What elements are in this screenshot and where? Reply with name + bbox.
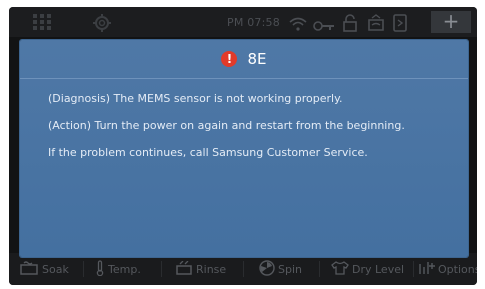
clock-time: PM 07:58 bbox=[227, 16, 280, 29]
device-frame: PM 07:58 + Soak Temp. Rinse Spin Dry Lev… bbox=[0, 0, 485, 289]
soak-icon bbox=[19, 260, 39, 278]
grid-icon[interactable] bbox=[33, 14, 51, 34]
tub-icon bbox=[367, 14, 385, 36]
dry-level-button[interactable]: Dry Level bbox=[331, 253, 404, 285]
options-label: Options bbox=[438, 262, 477, 276]
status-bar: PM 07:58 + bbox=[9, 7, 477, 37]
add-button[interactable]: + bbox=[431, 11, 471, 33]
temp-button[interactable]: Temp. bbox=[95, 253, 141, 285]
shirt-icon bbox=[331, 260, 349, 278]
dialog-header: ! 8E bbox=[20, 40, 468, 79]
soak-button[interactable]: Soak bbox=[19, 253, 69, 285]
spin-label: Spin bbox=[278, 262, 302, 276]
wifi-icon bbox=[289, 16, 307, 35]
support-text: If the problem continues, call Samsung C… bbox=[48, 146, 368, 159]
gear-icon[interactable] bbox=[93, 14, 111, 36]
rinse-label: Rinse bbox=[196, 262, 227, 276]
rinse-icon bbox=[175, 260, 193, 278]
error-dialog[interactable]: ! 8E (Diagnosis) The MEMS sensor is not … bbox=[20, 40, 468, 257]
options-button[interactable]: Options bbox=[419, 253, 477, 285]
soak-label: Soak bbox=[42, 262, 69, 276]
lock-icon bbox=[343, 14, 357, 36]
dialog-message: (Diagnosis) The MEMS sensor is not worki… bbox=[48, 92, 458, 173]
divider bbox=[319, 261, 320, 277]
washer-screen: PM 07:58 + Soak Temp. Rinse Spin Dry Lev… bbox=[9, 7, 477, 285]
spin-icon bbox=[259, 259, 275, 279]
dry-level-label: Dry Level bbox=[352, 262, 405, 276]
divider bbox=[161, 261, 162, 277]
divider bbox=[243, 261, 244, 277]
temp-label: Temp. bbox=[108, 262, 141, 276]
divider bbox=[83, 261, 84, 277]
key-icon bbox=[313, 17, 335, 36]
error-code: 8E bbox=[247, 50, 267, 68]
error-alert-icon: ! bbox=[221, 51, 238, 67]
rinse-button[interactable]: Rinse bbox=[175, 253, 226, 285]
phone-icon bbox=[393, 14, 407, 36]
action-text: (Action) Turn the power on again and res… bbox=[48, 119, 405, 132]
spin-button[interactable]: Spin bbox=[259, 253, 302, 285]
diagnosis-text: (Diagnosis) The MEMS sensor is not worki… bbox=[48, 92, 343, 105]
thermometer-icon bbox=[95, 259, 105, 279]
divider bbox=[413, 261, 414, 277]
cycle-options-bar: Soak Temp. Rinse Spin Dry Level Options bbox=[9, 253, 477, 285]
options-icon bbox=[419, 261, 435, 278]
